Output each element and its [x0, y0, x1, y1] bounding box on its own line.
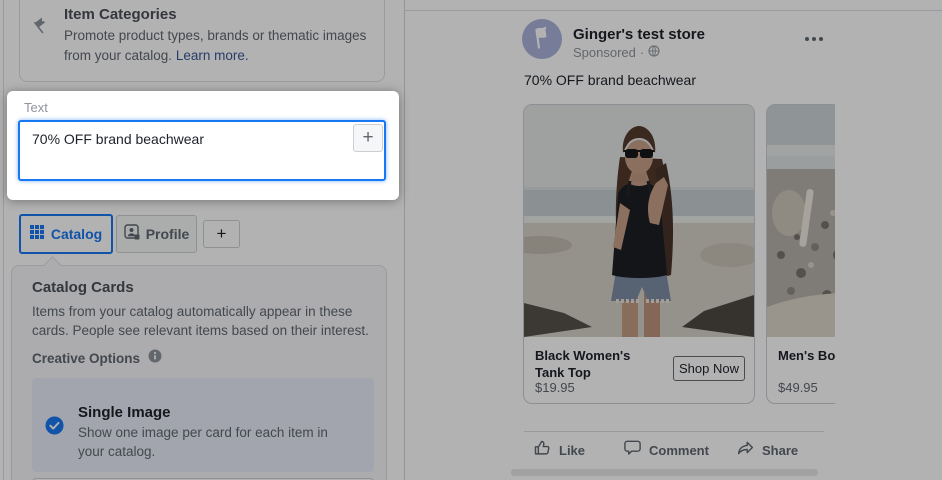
add-tab-button[interactable]: + [203, 220, 240, 248]
product-image [524, 105, 754, 337]
creative-options-label: Creative Options [32, 351, 140, 366]
panel-caret [43, 256, 61, 274]
tab-profile-label: Profile [146, 226, 190, 242]
product-title: Black Women's Tank Top [535, 347, 657, 381]
preview-top-border [405, 10, 942, 11]
product-image [767, 105, 835, 337]
page-avatar[interactable] [522, 19, 562, 59]
ad-text-input[interactable]: 70% OFF brand beachwear [18, 120, 386, 181]
page-name[interactable]: Ginger's test store [573, 26, 705, 43]
share-label: Share [762, 443, 798, 458]
option-single-image-description: Show one image per card for each item in… [78, 424, 354, 461]
comment-label: Comment [649, 443, 709, 458]
share-icon [736, 438, 755, 462]
shop-now-button[interactable]: Shop Now [673, 356, 745, 381]
like-label: Like [559, 443, 585, 458]
ads-creative-editor: Item Categories Promote product types, b… [0, 0, 942, 480]
flag-icon [33, 16, 51, 34]
horizontal-scrollbar[interactable] [511, 469, 818, 476]
catalog-cards-title: Catalog Cards [32, 279, 134, 296]
tab-catalog[interactable]: Catalog [19, 214, 113, 254]
check-circle-icon[interactable] [45, 416, 64, 435]
creative-options-row: Creative Options [32, 349, 162, 368]
product-card[interactable]: Men's Bo $49.95 [766, 104, 835, 404]
option-single-image[interactable]: Single Image Show one image per card for… [32, 378, 374, 472]
learn-more-link[interactable]: Learn more. [176, 48, 249, 63]
catalog-cards-description: Items from your catalog automatically ap… [32, 302, 382, 340]
profile-icon [124, 224, 140, 245]
product-card[interactable]: Black Women's Tank Top $19.95 Shop Now [523, 104, 755, 404]
item-categories-description: Promote product types, brands or themati… [64, 26, 372, 66]
more-options-icon[interactable] [801, 33, 827, 45]
product-title: Men's Bo [778, 347, 835, 364]
option-single-image-title: Single Image [78, 404, 171, 421]
avatar-flag-icon [522, 17, 562, 62]
product-price: $49.95 [778, 380, 818, 395]
tab-catalog-label: Catalog [51, 226, 102, 242]
carousel-viewport[interactable]: Black Women's Tank Top $19.95 Shop Now [523, 104, 835, 406]
plus-icon: + [362, 127, 373, 149]
comment-button[interactable]: Comment [623, 438, 709, 462]
globe-icon [648, 45, 660, 60]
window-left-border [3, 0, 4, 480]
plus-icon: + [217, 224, 227, 244]
ad-preview-panel: Ginger's test store Sponsored · 70% OFF … [404, 0, 942, 480]
add-text-option-button[interactable]: + [353, 124, 383, 152]
sponsored-separator: · [640, 45, 644, 60]
post-divider [524, 431, 824, 432]
thumb-up-icon [533, 438, 552, 462]
ad-text: 70% OFF brand beachwear [524, 72, 696, 88]
product-price: $19.95 [535, 380, 575, 395]
catalog-grid-icon [30, 225, 44, 244]
item-categories-card: Item Categories Promote product types, b… [19, 0, 385, 82]
share-button[interactable]: Share [736, 438, 798, 462]
text-section-spotlight: Text 70% OFF brand beachwear + [7, 91, 399, 200]
sponsored-row: Sponsored · [573, 45, 660, 60]
comment-icon [623, 438, 642, 462]
text-field-label: Text [24, 100, 48, 115]
item-categories-title: Item Categories [64, 6, 177, 23]
like-button[interactable]: Like [533, 438, 585, 462]
catalog-cards-panel: Catalog Cards Items from your catalog au… [11, 265, 387, 480]
sponsored-label: Sponsored [573, 45, 636, 60]
info-icon[interactable] [148, 349, 162, 368]
tab-profile[interactable]: Profile [116, 215, 197, 253]
